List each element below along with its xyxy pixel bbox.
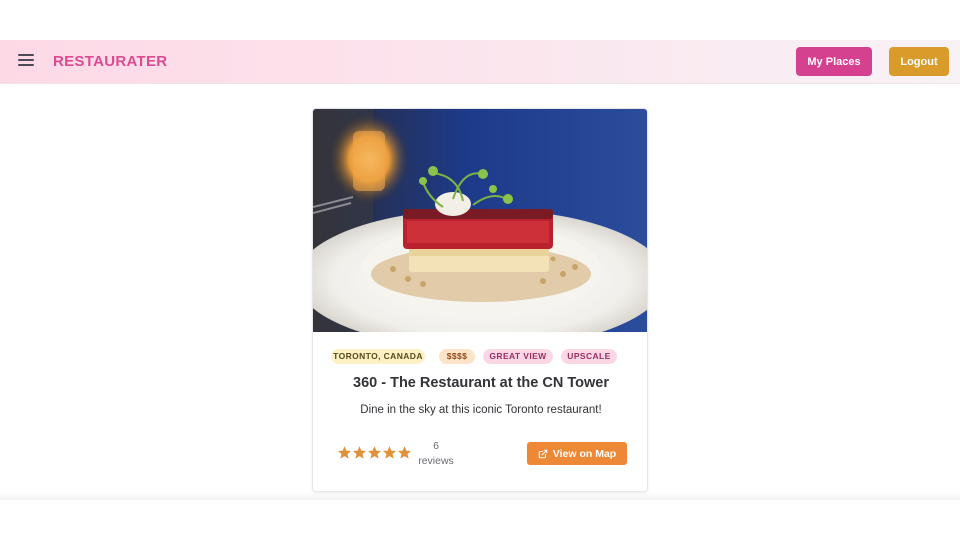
page-divider: [0, 492, 960, 500]
star-icon: [352, 446, 367, 459]
brand-logo[interactable]: RESTAURATER: [53, 53, 167, 70]
restaurant-photo: [313, 109, 647, 332]
external-link-icon: [538, 449, 548, 458]
view-on-map-button[interactable]: View on Map: [527, 442, 627, 465]
tag-list: TORONTO, CANADA $$$$ GREAT VIEW UPSCALE: [331, 349, 631, 365]
review-count-label: reviews: [418, 455, 454, 467]
restaurant-card: TORONTO, CANADA $$$$ GREAT VIEW UPSCALE …: [312, 108, 648, 492]
tag-great-view: GREAT VIEW: [483, 349, 553, 364]
tag-location: TORONTO, CANADA: [331, 349, 425, 364]
star-rating: [337, 445, 413, 461]
star-icon: [367, 446, 382, 459]
review-count: 6 reviews: [415, 439, 457, 469]
top-navbar: RESTAURATER My Places Logout: [0, 40, 960, 84]
tag-price: $$$$: [439, 349, 475, 364]
review-count-number: 6: [433, 440, 439, 452]
view-on-map-label: View on Map: [552, 447, 617, 460]
logout-button[interactable]: Logout: [889, 47, 949, 76]
my-places-button[interactable]: My Places: [796, 47, 872, 76]
tag-upscale: UPSCALE: [561, 349, 617, 364]
restaurant-title: 360 - The Restaurant at the CN Tower: [353, 375, 609, 391]
restaurant-description: Dine in the sky at this iconic Toronto r…: [360, 404, 602, 416]
hamburger-menu-icon[interactable]: [18, 54, 34, 70]
star-icon: [337, 446, 352, 459]
star-icon: [382, 446, 397, 459]
star-icon: [397, 446, 412, 459]
